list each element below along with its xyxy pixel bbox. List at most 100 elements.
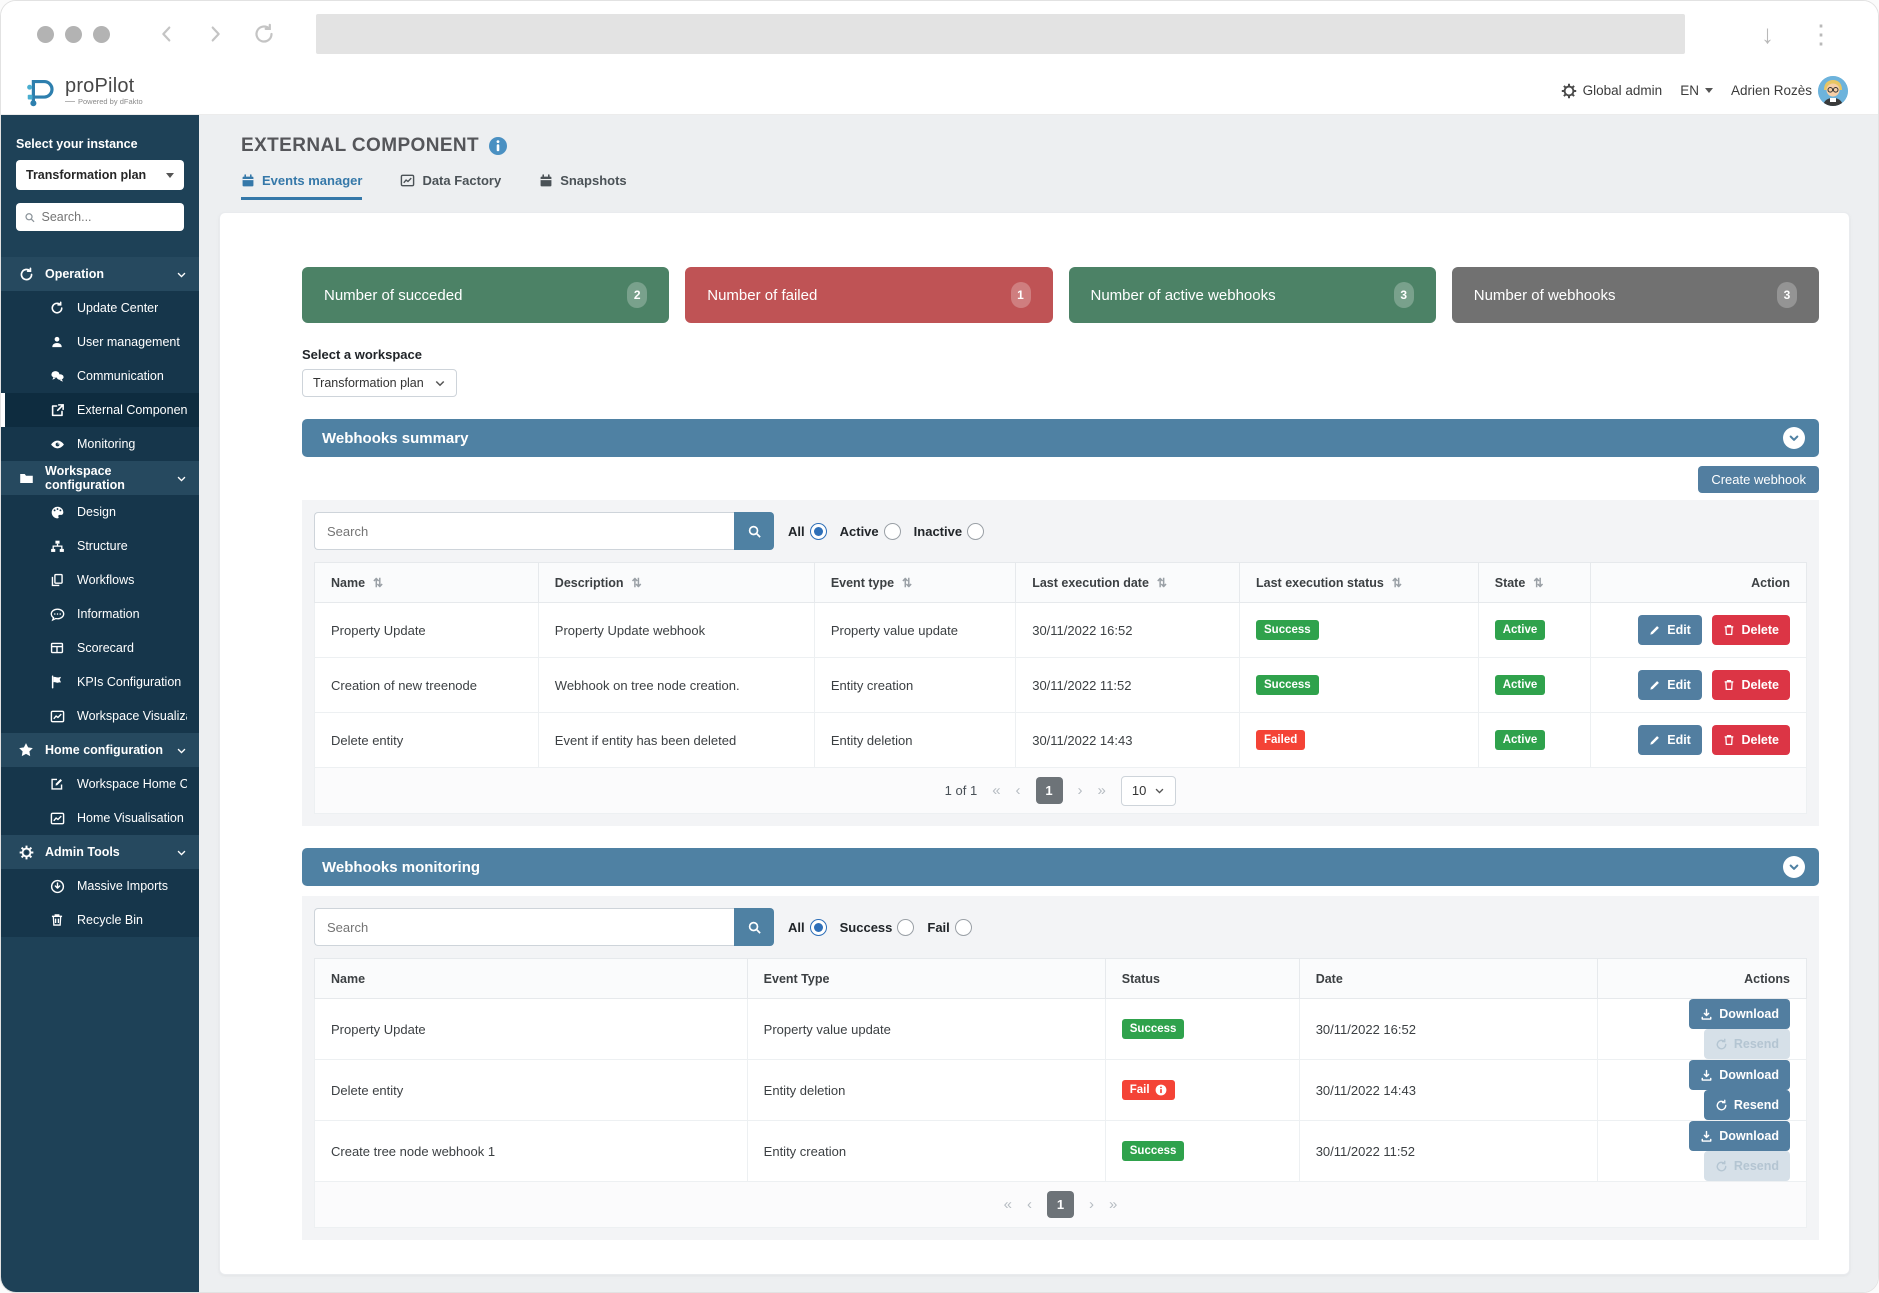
sort-icon[interactable]: ⇅ bbox=[1392, 576, 1402, 590]
column-header-last-execution-status[interactable]: Last execution status⇅ bbox=[1240, 563, 1479, 603]
radio-all[interactable]: All bbox=[788, 523, 827, 540]
global-admin-button[interactable]: Global admin bbox=[1561, 83, 1663, 99]
sidebar-item-information[interactable]: Information bbox=[1, 597, 199, 631]
collapse-chevron-icon[interactable] bbox=[1783, 427, 1805, 449]
page-size-select[interactable]: 10 bbox=[1121, 776, 1176, 806]
sidebar-item-update-center[interactable]: Update Center bbox=[1, 291, 199, 325]
cell-last-execution-status: Success bbox=[1240, 658, 1479, 713]
delete-button[interactable]: Delete bbox=[1712, 725, 1790, 755]
radio-circle[interactable] bbox=[967, 523, 984, 540]
webhooks-monitoring-header[interactable]: Webhooks monitoring bbox=[302, 848, 1819, 886]
sidebar-item-workspace-visualization[interactable]: Workspace Visualizat... bbox=[1, 699, 199, 733]
download-button[interactable]: Download bbox=[1689, 1060, 1790, 1090]
window-control-dot[interactable] bbox=[37, 26, 54, 43]
column-header-state[interactable]: State⇅ bbox=[1478, 563, 1590, 603]
back-button[interactable] bbox=[156, 23, 178, 45]
summary-search-button[interactable] bbox=[734, 512, 774, 550]
window-control-dot[interactable] bbox=[65, 26, 82, 43]
sidebar-item-design[interactable]: Design bbox=[1, 495, 199, 529]
reload-button[interactable] bbox=[252, 22, 276, 46]
column-header-name[interactable]: Name⇅ bbox=[315, 563, 539, 603]
radio-circle[interactable] bbox=[810, 523, 827, 540]
resend-button[interactable]: Resend bbox=[1704, 1151, 1790, 1181]
user-menu[interactable]: Adrien Rozès bbox=[1731, 76, 1848, 106]
sidebar-section-workspace-configuration[interactable]: Workspace configuration bbox=[1, 461, 199, 495]
browser-menu-icon[interactable]: ⋮ bbox=[1808, 21, 1834, 47]
pagination-first-icon[interactable]: « bbox=[1004, 1196, 1012, 1213]
edit-button[interactable]: Edit bbox=[1638, 670, 1702, 700]
sidebar-item-communication[interactable]: Communication bbox=[1, 359, 199, 393]
sidebar-item-user-management[interactable]: User management bbox=[1, 325, 199, 359]
sidebar-item-workflows[interactable]: Workflows bbox=[1, 563, 199, 597]
monitoring-search-input[interactable] bbox=[314, 908, 734, 946]
pagination-first-icon[interactable]: « bbox=[992, 782, 1000, 799]
sidebar-item-external-component[interactable]: External Component bbox=[1, 393, 199, 427]
radio-circle[interactable] bbox=[884, 523, 901, 540]
tab-data-factory[interactable]: Data Factory bbox=[400, 173, 501, 200]
radio-success[interactable]: Success bbox=[840, 919, 915, 936]
sidebar-item-structure[interactable]: Structure bbox=[1, 529, 199, 563]
info-icon[interactable] bbox=[488, 136, 508, 156]
sort-icon[interactable]: ⇅ bbox=[1157, 576, 1167, 590]
forward-button[interactable] bbox=[204, 23, 226, 45]
edit-button[interactable]: Edit bbox=[1638, 615, 1702, 645]
propilot-logo[interactable]: proPilot Powered by dFakto bbox=[23, 74, 143, 108]
pagination-next-icon[interactable]: › bbox=[1078, 782, 1083, 799]
download-page-icon[interactable]: ↓ bbox=[1761, 21, 1774, 47]
resend-button[interactable]: Resend bbox=[1704, 1029, 1790, 1059]
sidebar-item-scorecard[interactable]: Scorecard bbox=[1, 631, 199, 665]
sidebar-section-home-configuration[interactable]: Home configuration bbox=[1, 733, 199, 767]
pagination-page-button[interactable]: 1 bbox=[1047, 1191, 1074, 1218]
create-webhook-button[interactable]: Create webhook bbox=[1698, 466, 1819, 493]
radio-fail[interactable]: Fail bbox=[927, 919, 971, 936]
column-header-last-execution-date[interactable]: Last execution date⇅ bbox=[1016, 563, 1240, 603]
pagination-last-icon[interactable]: » bbox=[1098, 782, 1106, 799]
webhooks-summary-header[interactable]: Webhooks summary bbox=[302, 419, 1819, 457]
summary-search-input[interactable] bbox=[314, 512, 734, 550]
instance-select[interactable]: Transformation plan bbox=[16, 160, 184, 190]
sidebar-section-admin-tools[interactable]: Admin Tools bbox=[1, 835, 199, 869]
workspace-select[interactable]: Transformation plan bbox=[302, 369, 457, 397]
sidebar-section-operation[interactable]: Operation bbox=[1, 257, 199, 291]
delete-button[interactable]: Delete bbox=[1712, 615, 1790, 645]
tab-events-manager[interactable]: Events manager bbox=[241, 173, 362, 200]
radio-inactive[interactable]: Inactive bbox=[914, 523, 984, 540]
sidebar-item-home-visualisation[interactable]: Home Visualisation bbox=[1, 801, 199, 835]
language-dropdown[interactable]: EN bbox=[1680, 83, 1713, 98]
sidebar-item-workspace-home-configuration[interactable]: Workspace Home Co... bbox=[1, 767, 199, 801]
monitoring-search-button[interactable] bbox=[734, 908, 774, 946]
download-button[interactable]: Download bbox=[1689, 999, 1790, 1029]
pagination-last-icon[interactable]: » bbox=[1109, 1196, 1117, 1213]
pagination-page-button[interactable]: 1 bbox=[1036, 777, 1063, 804]
sidebar-item-monitoring[interactable]: Monitoring bbox=[1, 427, 199, 461]
pagination-prev-icon[interactable]: ‹ bbox=[1016, 782, 1021, 799]
radio-circle[interactable] bbox=[897, 919, 914, 936]
radio-all[interactable]: All bbox=[788, 919, 827, 936]
column-header-description[interactable]: Description⇅ bbox=[538, 563, 814, 603]
sidebar-item-kpis-configuration[interactable]: KPIs Configuration bbox=[1, 665, 199, 699]
download-button[interactable]: Download bbox=[1689, 1121, 1790, 1151]
radio-circle[interactable] bbox=[810, 919, 827, 936]
sort-icon[interactable]: ⇅ bbox=[373, 576, 383, 590]
radio-active[interactable]: Active bbox=[840, 523, 901, 540]
sort-icon[interactable]: ⇅ bbox=[902, 576, 912, 590]
sidebar-item-recycle-bin[interactable]: Recycle Bin bbox=[1, 903, 199, 937]
address-bar[interactable] bbox=[316, 14, 1685, 54]
resend-button[interactable]: Resend bbox=[1704, 1090, 1790, 1120]
delete-button[interactable]: Delete bbox=[1712, 670, 1790, 700]
window-control-dot[interactable] bbox=[93, 26, 110, 43]
collapse-chevron-icon[interactable] bbox=[1783, 856, 1805, 878]
state-badge: Active bbox=[1495, 620, 1546, 640]
radio-circle[interactable] bbox=[955, 919, 972, 936]
sort-icon[interactable]: ⇅ bbox=[1533, 576, 1543, 590]
column-header-event-type[interactable]: Event type⇅ bbox=[814, 563, 1015, 603]
pagination-next-icon[interactable]: › bbox=[1089, 1196, 1094, 1213]
tab-snapshots[interactable]: Snapshots bbox=[539, 173, 626, 200]
pagination-prev-icon[interactable]: ‹ bbox=[1027, 1196, 1032, 1213]
sidebar-search-input[interactable] bbox=[42, 210, 177, 224]
sidebar-item-massive-imports[interactable]: Massive Imports bbox=[1, 869, 199, 903]
info-icon[interactable] bbox=[1155, 1084, 1167, 1096]
edit-button[interactable]: Edit bbox=[1638, 725, 1702, 755]
sort-icon[interactable]: ⇅ bbox=[632, 576, 642, 590]
avatar[interactable] bbox=[1818, 76, 1848, 106]
